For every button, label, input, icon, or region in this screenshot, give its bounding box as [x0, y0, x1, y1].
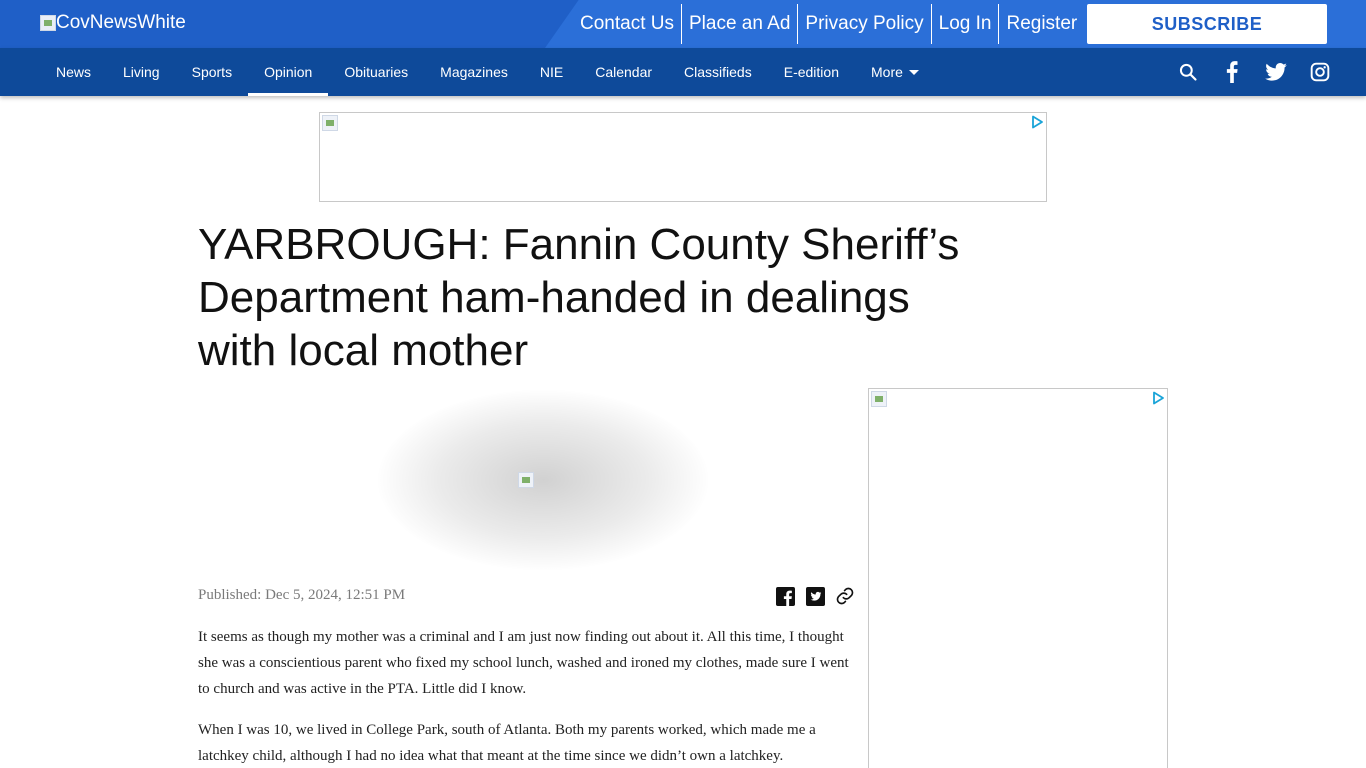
top-ad-banner[interactable]: [319, 112, 1047, 202]
instagram-icon[interactable]: [1300, 48, 1340, 96]
ad-choices-icon[interactable]: [1030, 115, 1044, 129]
nav-item-living[interactable]: Living: [107, 48, 176, 96]
contact-us-link[interactable]: Contact Us: [573, 4, 682, 44]
twitter-icon[interactable]: [1256, 48, 1296, 96]
facebook-icon[interactable]: [1212, 48, 1252, 96]
subscribe-button[interactable]: SUBSCRIBE: [1087, 4, 1327, 44]
published-date: Published: Dec 5, 2024, 12:51 PM: [198, 587, 406, 603]
broken-image-icon: [322, 115, 338, 131]
more-label: More: [871, 64, 903, 80]
copy-link-icon[interactable]: [834, 585, 856, 607]
log-in-link[interactable]: Log In: [932, 4, 1000, 44]
nav-item-classifieds[interactable]: Classifieds: [668, 48, 768, 96]
search-icon[interactable]: [1168, 48, 1208, 96]
top-bar: CovNewsWhite Contact Us Place an Ad Priv…: [0, 0, 1366, 48]
sidebar-ad[interactable]: [868, 388, 1168, 768]
nav-item-calendar[interactable]: Calendar: [579, 48, 668, 96]
top-links: Contact Us Place an Ad Privacy Policy Lo…: [573, 4, 1084, 44]
article-body: It seems as though my mother was a crimi…: [198, 624, 850, 768]
nav-item-opinion[interactable]: Opinion: [248, 48, 329, 96]
main-nav: News Living Sports Opinion Obituaries Ma…: [0, 48, 1366, 96]
privacy-policy-link[interactable]: Privacy Policy: [798, 4, 932, 44]
broken-image-icon: [518, 472, 534, 488]
place-an-ad-link[interactable]: Place an Ad: [682, 4, 799, 44]
ad-choices-icon[interactable]: [1151, 391, 1165, 405]
share-bar: [774, 585, 856, 607]
register-link[interactable]: Register: [999, 4, 1084, 44]
logo-alt-text: CovNewsWhite: [56, 12, 186, 33]
article-headline: YARBROUGH: Fannin County Sheriff’s Depar…: [198, 220, 960, 375]
article-paragraph: When I was 10, we lived in College Park,…: [198, 722, 816, 764]
nav-item-obituaries[interactable]: Obituaries: [328, 48, 424, 96]
facebook-share-icon[interactable]: [774, 585, 796, 607]
nav-item-magazines[interactable]: Magazines: [424, 48, 524, 96]
site-logo[interactable]: CovNewsWhite: [40, 12, 186, 34]
broken-image-icon: [40, 15, 56, 31]
nav-item-nie[interactable]: NIE: [524, 48, 579, 96]
nav-item-e-edition[interactable]: E-edition: [768, 48, 855, 96]
nav-item-sports[interactable]: Sports: [176, 48, 248, 96]
nav-item-news[interactable]: News: [40, 48, 107, 96]
article-paragraph: It seems as though my mother was a crimi…: [198, 629, 849, 697]
broken-image-icon: [871, 391, 887, 407]
caret-down-icon: [908, 69, 919, 75]
twitter-share-icon[interactable]: [804, 585, 826, 607]
nav-item-more[interactable]: More: [855, 48, 935, 96]
article-image[interactable]: [378, 390, 708, 570]
